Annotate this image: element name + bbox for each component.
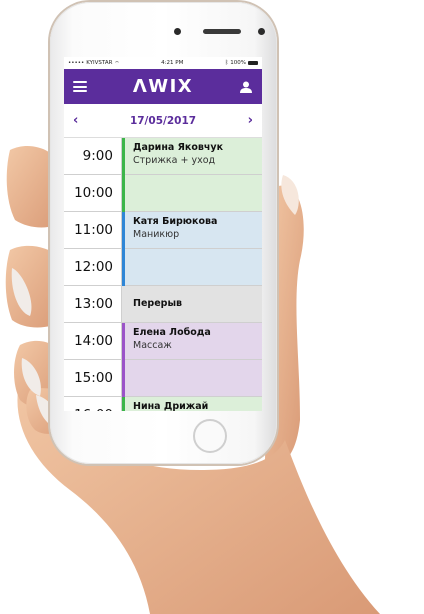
previous-day-button[interactable]: ‹	[73, 113, 78, 128]
time-label: 15:00	[64, 360, 122, 396]
proximity-sensor-icon	[258, 28, 265, 35]
signal-icon: •••••	[68, 60, 85, 66]
app-logo: ΛWIX	[132, 76, 194, 97]
battery-label: 100%	[230, 60, 246, 66]
client-name: Елена Лобода	[133, 327, 211, 338]
clock-label: 4:21 PM	[161, 60, 184, 66]
speaker-grille	[203, 29, 241, 34]
client-name: Дарина Яковчук	[133, 142, 224, 153]
appointment-card[interactable]: Катя Бирюкова Маникюр	[122, 212, 262, 286]
carrier-label: KYIVSTAR	[86, 60, 113, 66]
time-label: 9:00	[64, 138, 122, 174]
user-profile-icon[interactable]	[239, 80, 253, 94]
break-label: Перерыв	[133, 298, 183, 309]
status-bar: ••••• KYIVSTAR ⌔ 4:21 PM ᛒ 100%	[64, 57, 262, 69]
hamburger-menu-icon[interactable]	[73, 81, 87, 92]
client-name: Катя Бирюкова	[133, 216, 218, 227]
service-name: Маникюр	[133, 229, 180, 240]
time-label: 14:00	[64, 323, 122, 359]
wifi-icon: ⌔	[114, 60, 120, 67]
time-label: 12:00	[64, 249, 122, 285]
current-date[interactable]: 17/05/2017	[130, 115, 196, 127]
battery-icon	[247, 61, 258, 65]
date-navigation: ‹ 17/05/2017 ›	[64, 104, 262, 138]
app-screen: ••••• KYIVSTAR ⌔ 4:21 PM ᛒ 100% ΛWIX ‹ 1…	[64, 57, 262, 411]
appointment-card[interactable]: Елена Лобода Массаж	[122, 323, 262, 397]
time-label: 11:00	[64, 212, 122, 248]
service-name: Стрижка + уход	[133, 155, 216, 166]
appointment-card[interactable]: Дарина Яковчук Стрижка + уход	[122, 138, 262, 212]
break-block[interactable]: Перерыв	[122, 286, 262, 323]
schedule-grid: 9:00 10:00 11:00 12:00 13:00 14:00 15:00…	[64, 138, 262, 411]
home-button[interactable]	[193, 419, 227, 453]
time-label: 16:00	[64, 397, 122, 411]
front-camera-icon	[174, 28, 181, 35]
service-name: Массаж	[133, 340, 172, 351]
appointment-card[interactable]: Нина Дрижай	[122, 397, 262, 411]
next-day-button[interactable]: ›	[248, 113, 253, 128]
client-name: Нина Дрижай	[133, 401, 209, 411]
bluetooth-icon: ᛒ	[224, 60, 229, 66]
time-label: 13:00	[64, 286, 122, 322]
app-header: ΛWIX	[64, 69, 262, 104]
time-label: 10:00	[64, 175, 122, 211]
